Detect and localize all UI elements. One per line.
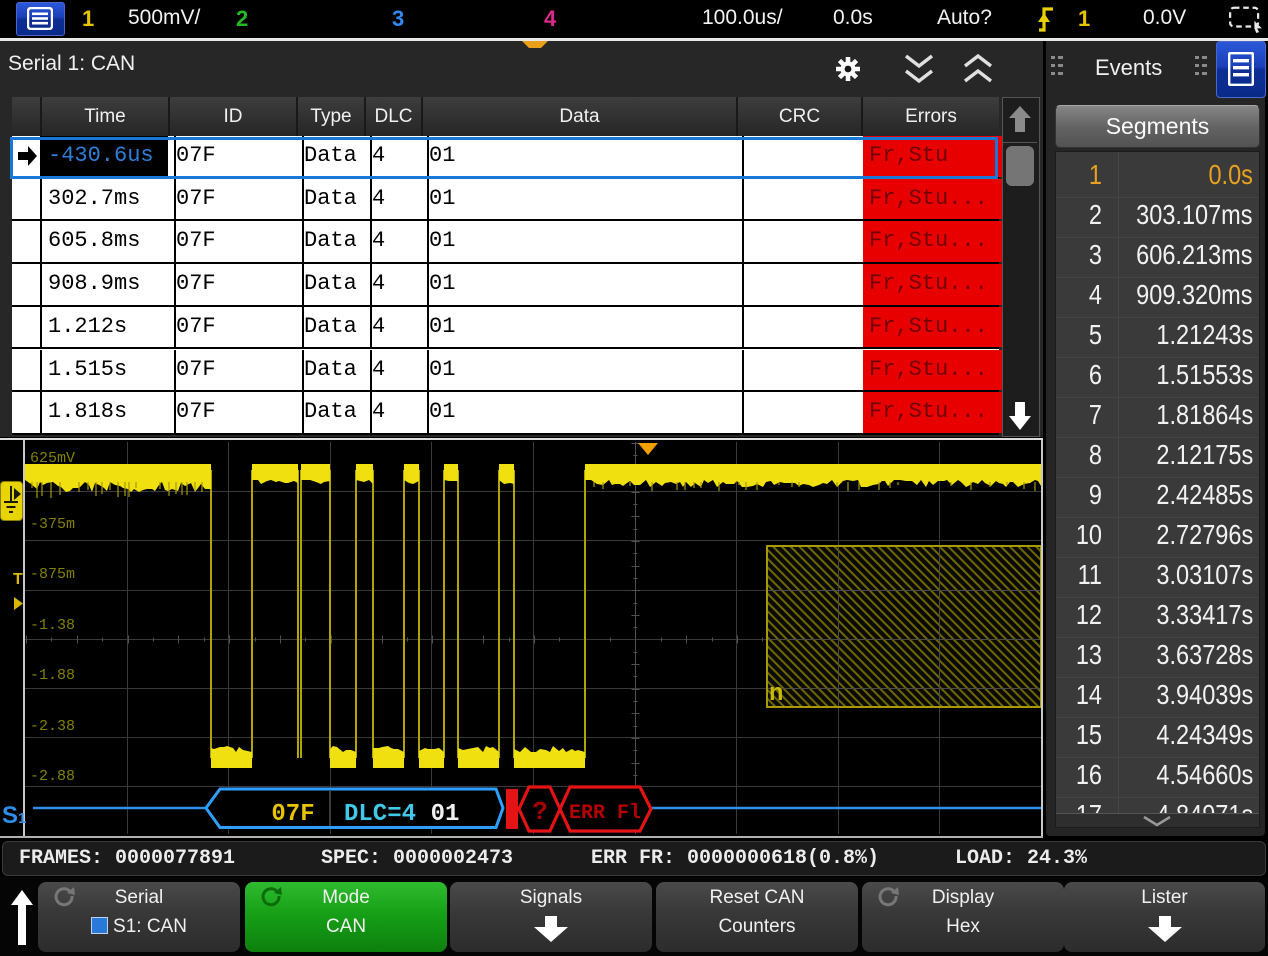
svg-text:n: n	[769, 681, 783, 708]
svg-text:01: 01	[431, 801, 460, 828]
svg-text:-1.38: -1.38	[30, 617, 75, 634]
svg-text:-2.88: -2.88	[30, 768, 75, 785]
svg-text:DLC=4: DLC=4	[344, 801, 416, 828]
svg-text:ERR Fl: ERR Fl	[569, 802, 641, 825]
svg-text:?: ?	[532, 797, 548, 827]
svg-text:-1.88: -1.88	[30, 667, 75, 684]
svg-text:07F: 07F	[271, 801, 314, 828]
svg-text:-375m: -375m	[30, 516, 75, 533]
svg-text:-875m: -875m	[30, 566, 75, 583]
svg-text:-2.38: -2.38	[30, 718, 75, 735]
